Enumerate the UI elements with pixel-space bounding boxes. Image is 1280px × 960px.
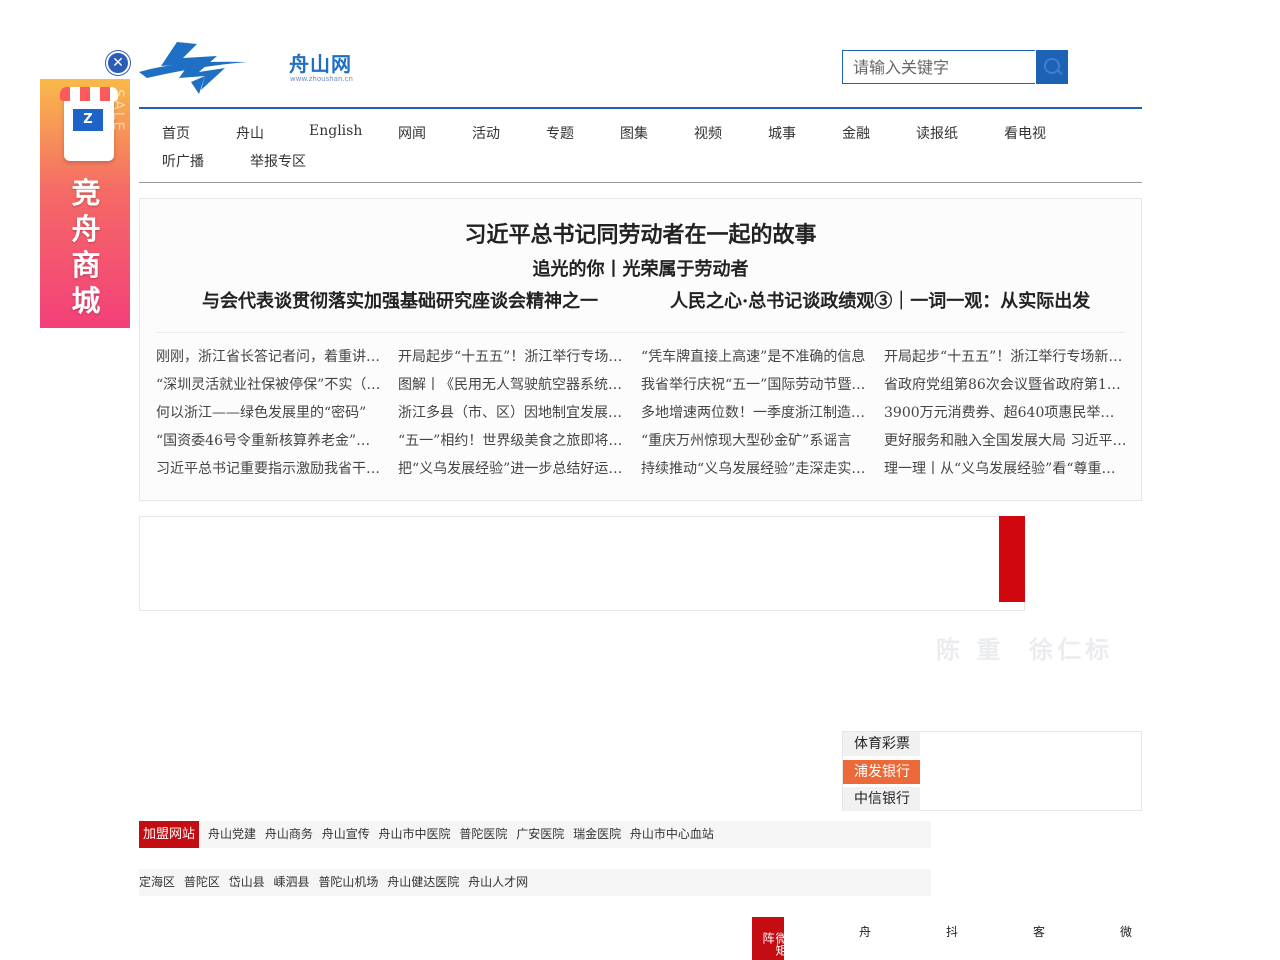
nav-item-radio[interactable]: 听广播 <box>162 151 204 171</box>
banner-ad-slot[interactable] <box>139 516 1025 611</box>
headline-divider <box>156 332 1125 333</box>
news-link[interactable]: “五一”相约！世界级美食之旅即将开启 <box>398 431 626 459</box>
partner-link[interactable]: 舟山宣传 <box>322 827 370 841</box>
nav-item-news[interactable]: 网闻 <box>398 123 426 143</box>
headline-section: 习近平总书记同劳动者在一起的故事 追光的你丨光荣属于劳动者 与会代表谈贯彻落实加… <box>139 198 1142 501</box>
headline-right[interactable]: 人民之心·总书记谈政绩观③｜一词一观：从实际出发 <box>670 287 1090 313</box>
news-link[interactable]: 开局起步“十五五”！浙江举行专场新闻发布会 <box>398 347 626 375</box>
district-links: 定海区 普陀区 岱山县 嵊泗县 普陀山机场 舟山健达医院 舟山人才网 <box>139 869 931 896</box>
news-link[interactable]: 省政府党组第86次会议暨省政府第10次常务会议 <box>884 375 1128 403</box>
partner-link[interactable]: 舟山商务 <box>265 827 313 841</box>
search-box <box>842 50 1068 84</box>
site-logo[interactable]: 舟山网 www.zhoushan.cn <box>139 38 369 98</box>
banner-ad-red-tab[interactable] <box>999 516 1025 602</box>
news-link[interactable]: 图解丨《民用无人驾驶航空器系统安全要求》 <box>398 375 626 403</box>
site-name: 舟山网 <box>289 52 352 76</box>
search-button[interactable] <box>1036 50 1068 84</box>
search-input[interactable] <box>842 50 1035 84</box>
tab-citic-bank[interactable]: 中信银行 <box>843 787 920 811</box>
shop-title: 竞舟商城 <box>71 176 101 318</box>
district-link[interactable]: 岱山县 <box>229 875 265 889</box>
news-link[interactable]: “重庆万州惊现大型砂金矿”系谣言 <box>641 431 869 459</box>
partner-links-list: 舟山党建 舟山商务 舟山宣传 舟山市中医院 普陀医院 广安医院 瑞金医院 舟山市… <box>208 821 719 848</box>
logo-mark-icon <box>139 42 247 94</box>
district-link[interactable]: 定海区 <box>139 875 175 889</box>
nav-item-events[interactable]: 活动 <box>472 123 500 143</box>
news-link[interactable]: 3900万元消费券、超640项惠民举措来了 <box>884 403 1128 431</box>
district-link[interactable]: 舟山人才网 <box>468 875 528 889</box>
nav-item-newspaper[interactable]: 读报纸 <box>916 123 958 143</box>
news-link[interactable]: 更好服务和融入全国发展大局 习近平总书记 <box>884 431 1128 459</box>
shop-logo: Z <box>73 109 103 137</box>
district-link[interactable]: 嵊泗县 <box>274 875 310 889</box>
news-link[interactable]: 何以浙江——绿色发展里的“密码” <box>156 403 384 431</box>
wechat-icon[interactable]: 微 <box>1120 923 1132 940</box>
nav-item-topics[interactable]: 专题 <box>546 123 574 143</box>
news-link[interactable]: “国资委46号令重新核算养老金”不实 <box>156 431 384 459</box>
district-links-list: 定海区 普陀区 岱山县 嵊泗县 普陀山机场 舟山健达医院 舟山人才网 <box>139 869 533 896</box>
client-icon[interactable]: 客 <box>1033 923 1045 940</box>
nav-top-border <box>139 107 1142 109</box>
news-link[interactable]: 习近平总书记重要指示激励我省干部群众 <box>156 459 384 487</box>
partner-link[interactable]: 舟山市中心血站 <box>630 827 714 841</box>
nav-item-finance[interactable]: 金融 <box>842 123 870 143</box>
tab-sports-lottery[interactable]: 体育彩票 <box>843 732 920 756</box>
awning-stripes <box>60 87 118 101</box>
news-link[interactable]: “凭车牌直接上高速”是不准确的信息 <box>641 347 869 375</box>
news-column-2: 开局起步“十五五”！浙江举行专场新闻发布会 图解丨《民用无人驾驶航空器系统安全要… <box>398 347 626 487</box>
news-link[interactable]: 我省举行庆祝“五一”国际劳动节暨表彰大会 <box>641 375 869 403</box>
news-column-3: “凭车牌直接上高速”是不准确的信息 我省举行庆祝“五一”国际劳动节暨表彰大会 多… <box>641 347 869 487</box>
tab-spdb[interactable]: 浦发银行 <box>843 760 920 784</box>
nav-item-gallery[interactable]: 图集 <box>620 123 648 143</box>
floating-ad-shop[interactable]: SALE Z 竞舟商城 <box>40 79 130 328</box>
partner-links-tag: 加盟网站 <box>139 821 199 848</box>
nav-item-city[interactable]: 城事 <box>768 123 796 143</box>
headline-left[interactable]: 与会代表谈贯彻落实加强基础研究座谈会精神之一 <box>202 287 598 313</box>
shop-icon: Z <box>60 87 118 161</box>
district-link[interactable]: 普陀山机场 <box>318 875 378 889</box>
douyin-icon[interactable]: 抖 <box>946 923 958 940</box>
news-link[interactable]: 浙江多县（市、区）因地制宜发展新质生产力 <box>398 403 626 431</box>
news-link[interactable]: 刚刚，浙江省长答记者问，着重讲了这几件事 <box>156 347 384 375</box>
faint-leader-names: 陈 重 徐仁标 <box>936 635 1114 664</box>
nav-bottom-border <box>139 182 1142 183</box>
news-link[interactable]: “深圳灵活就业社保被停保”不实（附详情） <box>156 375 384 403</box>
nav-item-zhoushan[interactable]: 舟山 <box>236 123 264 143</box>
partner-link[interactable]: 舟山市中医院 <box>379 827 451 841</box>
site-domain: www.zhoushan.cn <box>290 75 353 83</box>
news-column-4: 开局起步“十五五”！浙江举行专场新闻发布会 省政府党组第86次会议暨省政府第10… <box>884 347 1128 487</box>
news-link[interactable]: 持续推动“义乌发展经验”走深走实 助力高质量 <box>641 459 869 487</box>
news-link[interactable]: 多地增速两位数！一季度浙江制造业亮眼 <box>641 403 869 431</box>
news-link[interactable]: 把“义乌发展经验”进一步总结好运用好 <box>398 459 626 487</box>
nav-item-tv[interactable]: 看电视 <box>1004 123 1046 143</box>
partner-links: 加盟网站 舟山党建 舟山商务 舟山宣传 舟山市中医院 普陀医院 广安医院 瑞金医… <box>139 821 931 848</box>
nav-item-english[interactable]: English <box>309 123 362 139</box>
headline-sub[interactable]: 追光的你丨光荣属于劳动者 <box>140 255 1141 281</box>
news-link[interactable]: 理一理丨从“义乌发展经验”看“尊重首创精神” <box>884 459 1128 487</box>
partner-link[interactable]: 瑞金医院 <box>573 827 621 841</box>
matrix-tab[interactable]: 微矩阵 <box>752 917 788 960</box>
nav-item-report[interactable]: 举报专区 <box>250 151 306 171</box>
headline-main[interactable]: 习近平总书记同劳动者在一起的故事 <box>140 217 1141 249</box>
nav-item-video[interactable]: 视频 <box>694 123 722 143</box>
district-link[interactable]: 舟山健达医院 <box>387 875 459 889</box>
partner-link[interactable]: 普陀医院 <box>459 827 507 841</box>
news-column-1: 刚刚，浙江省长答记者问，着重讲了这几件事 “深圳灵活就业社保被停保”不实（附详情… <box>156 347 384 487</box>
news-link[interactable]: 开局起步“十五五”！浙江举行专场新闻发布会 <box>884 347 1128 375</box>
partner-link[interactable]: 舟山党建 <box>208 827 256 841</box>
matrix-tab-label: 微矩阵 <box>761 932 788 956</box>
zhoushan-app-icon[interactable]: 舟 <box>859 923 871 940</box>
bank-tabs: 体育彩票 浦发银行 中信银行 <box>842 731 1142 811</box>
district-link[interactable]: 普陀区 <box>184 875 220 889</box>
nav-item-home[interactable]: 首页 <box>162 123 190 143</box>
partner-link[interactable]: 广安医院 <box>516 827 564 841</box>
close-icon[interactable]: ✕ <box>106 51 130 75</box>
